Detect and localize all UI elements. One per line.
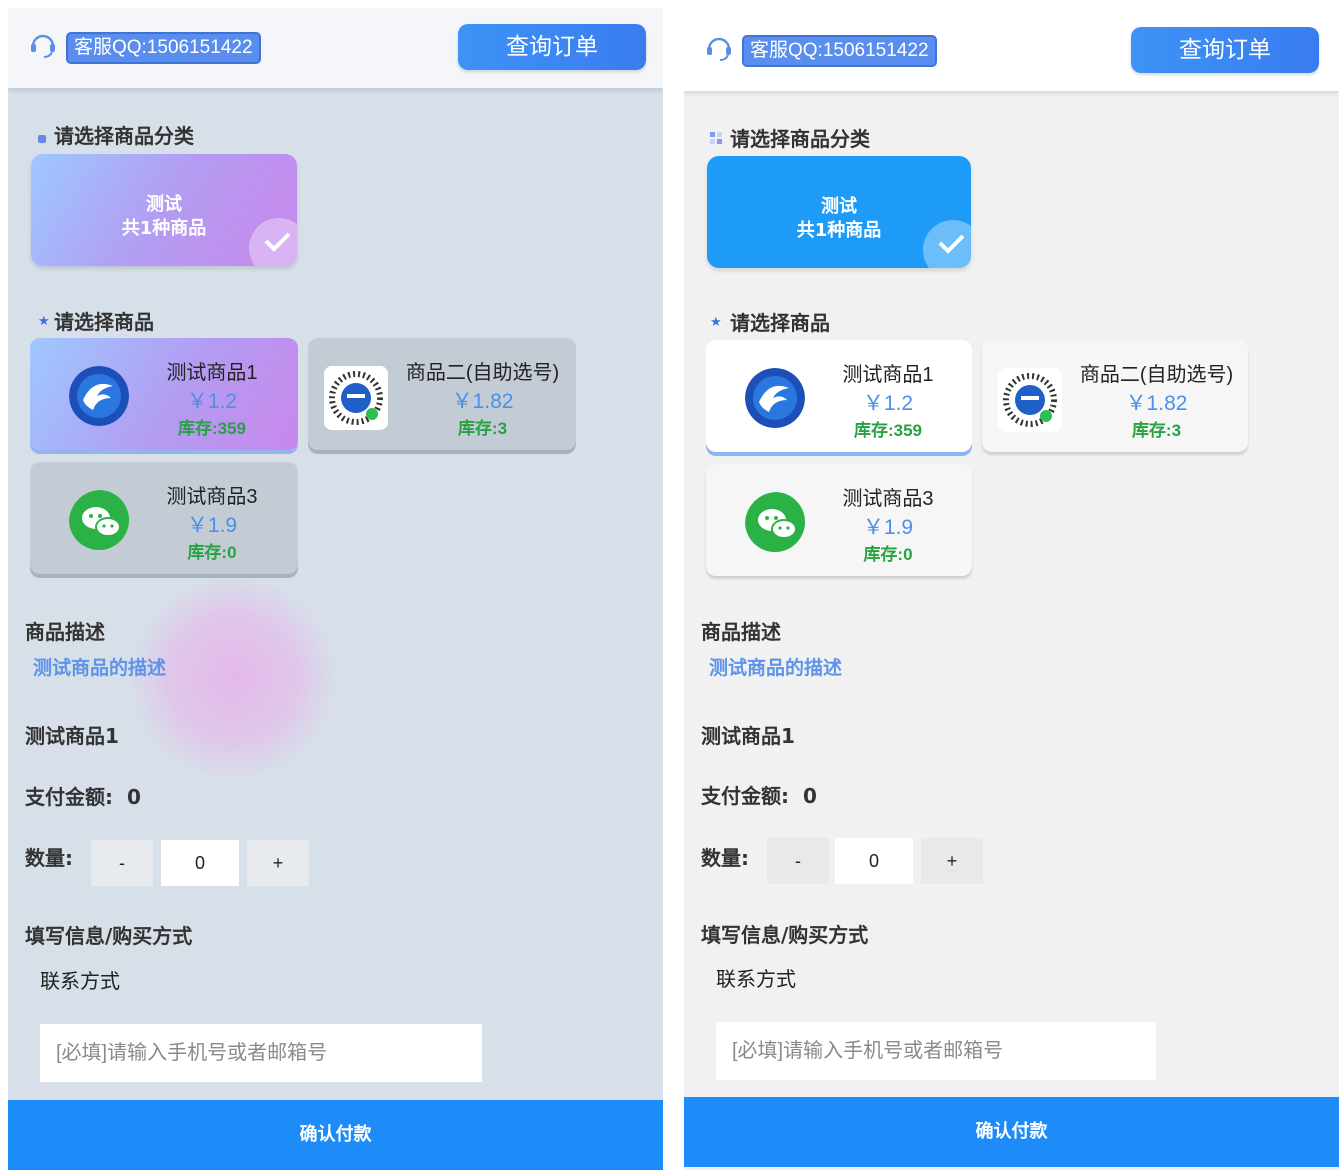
product-price: ￥1.2 — [186, 390, 238, 413]
product-card-3[interactable]: 测试商品3 ￥1.9 库存:0 — [30, 462, 298, 574]
confirm-payment-button[interactable]: 确认付款 — [8, 1100, 663, 1170]
product-card-1[interactable]: 测试商品1 ￥1.2 库存:359 — [706, 340, 972, 452]
query-order-button[interactable]: 查询订单 — [458, 24, 646, 70]
payment-amount-row: 支付金额: 0 — [701, 780, 817, 809]
payment-value: 0 — [803, 784, 817, 808]
qr-code-icon — [324, 366, 388, 430]
quantity-minus-button[interactable]: - — [91, 840, 153, 886]
quantity-label: 数量: — [25, 846, 73, 870]
confirm-payment-button[interactable]: 确认付款 — [684, 1097, 1339, 1167]
payment-label: 支付金额: — [25, 785, 113, 809]
product-price: ￥1.9 — [862, 516, 914, 539]
payment-label: 支付金额: — [701, 784, 789, 808]
product-card-2[interactable]: 商品二(自助选号) ￥1.82 库存:3 — [308, 338, 576, 450]
product-section-title: 请选择商品 — [730, 311, 830, 335]
product-stock: 库存:3 — [1131, 421, 1182, 440]
dragon-logo-icon — [745, 368, 805, 428]
section-grid-icon — [710, 132, 722, 144]
product-price: ￥1.2 — [862, 392, 914, 415]
product-name: 商品二(自助选号) — [405, 362, 560, 384]
wechat-icon — [69, 490, 129, 550]
query-order-button[interactable]: 查询订单 — [1131, 27, 1319, 73]
product-name: 测试商品3 — [166, 486, 258, 508]
description-text: 测试商品的描述 — [709, 657, 843, 679]
product-name: 测试商品3 — [842, 488, 934, 510]
category-name: 测试 — [821, 196, 857, 217]
info-section-title: 填写信息/购买方式 — [701, 923, 869, 947]
product-name: 商品二(自助选号) — [1079, 364, 1234, 386]
product-card-1[interactable]: 测试商品1 ￥1.2 库存:359 — [30, 338, 298, 450]
section-star-icon: ★ — [38, 314, 50, 329]
product-stock: 库存:0 — [187, 543, 237, 562]
customer-service-icon — [707, 37, 731, 61]
payment-value: 0 — [127, 785, 141, 809]
qq-contact-badge: 客服QQ:1506151422 — [66, 32, 261, 64]
category-name: 测试 — [146, 194, 182, 215]
quantity-input[interactable] — [161, 840, 239, 886]
contact-label: 联系方式 — [40, 969, 120, 993]
top-bar: 客服QQ:1506151422 查询订单 — [8, 8, 663, 88]
top-bar: 客服QQ:1506151422 查询订单 — [684, 8, 1339, 91]
qq-contact-badge: 客服QQ:1506151422 — [742, 35, 937, 67]
quantity-plus-button[interactable]: + — [921, 838, 983, 884]
category-card-test[interactable]: 测试 共1种商品 — [31, 154, 297, 266]
qr-code-icon — [998, 368, 1062, 432]
description-label: 商品描述 — [25, 620, 105, 644]
quantity-label: 数量: — [701, 846, 749, 870]
product-price: ￥1.82 — [1125, 392, 1188, 415]
category-card-test[interactable]: 测试 共1种商品 — [707, 156, 971, 268]
theme-preview-blue: 客服QQ:1506151422 查询订单 请选择商品分类 测试 共1种商品 ★ … — [684, 8, 1339, 1170]
product-price: ￥1.82 — [451, 390, 514, 413]
contact-label: 联系方式 — [716, 967, 796, 991]
dragon-logo-icon — [69, 366, 129, 426]
theme-preview-purple: 客服QQ:1506151422 查询订单 请选择商品分类 测试 共1种商品 ★ … — [8, 8, 663, 1170]
product-name: 测试商品1 — [166, 362, 258, 384]
product-stock: 库存:0 — [863, 545, 913, 564]
selected-product-name: 测试商品1 — [25, 724, 119, 748]
quantity-minus-button[interactable]: - — [767, 838, 829, 884]
quantity-plus-button[interactable]: + — [247, 840, 309, 886]
wechat-icon — [745, 492, 805, 552]
contact-input[interactable] — [40, 1024, 482, 1082]
section-bullet-icon — [38, 135, 46, 143]
product-price: ￥1.9 — [186, 514, 238, 537]
product-stock: 库存:359 — [177, 419, 247, 438]
category-section-title: 请选择商品分类 — [54, 124, 194, 148]
customer-service-icon — [31, 34, 55, 58]
description-label: 商品描述 — [701, 620, 781, 644]
product-card-3[interactable]: 测试商品3 ￥1.9 库存:0 — [706, 464, 972, 576]
description-text: 测试商品的描述 — [33, 657, 167, 679]
payment-amount-row: 支付金额: 0 — [25, 781, 141, 810]
info-section-title: 填写信息/购买方式 — [25, 924, 193, 948]
contact-input[interactable] — [716, 1022, 1156, 1080]
product-section-title: 请选择商品 — [54, 310, 154, 334]
section-star-icon: ★ — [710, 315, 722, 330]
quantity-input[interactable] — [835, 838, 913, 884]
product-stock: 库存:3 — [457, 419, 508, 438]
product-stock: 库存:359 — [853, 421, 923, 440]
selected-product-name: 测试商品1 — [701, 724, 795, 748]
product-name: 测试商品1 — [842, 364, 934, 386]
product-card-2[interactable]: 商品二(自助选号) ￥1.82 库存:3 — [982, 340, 1248, 452]
category-section-title: 请选择商品分类 — [730, 127, 870, 151]
